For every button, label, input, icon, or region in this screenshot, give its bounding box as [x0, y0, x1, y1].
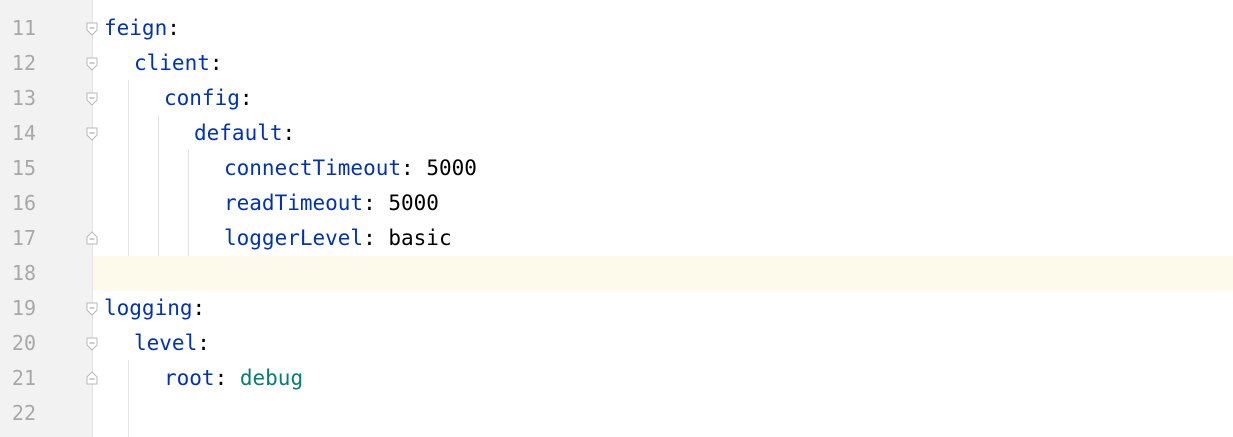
yaml-value: 5000: [426, 156, 477, 180]
code-line[interactable]: 12 client:: [0, 46, 1233, 81]
yaml-colon: :: [239, 86, 253, 110]
current-line-highlight: [93, 256, 1233, 291]
fold-open-icon[interactable]: [85, 127, 99, 141]
line-number: 14: [11, 121, 36, 145]
yaml-colon: :: [363, 191, 389, 215]
yaml-entry: readTimeout: 5000: [224, 186, 439, 221]
yaml-key: loggerLevel: [224, 226, 364, 250]
fold-end-icon[interactable]: [85, 371, 99, 385]
yaml-key: connectTimeout: [224, 156, 402, 180]
yaml-entry: connectTimeout: 5000: [224, 151, 477, 186]
code-line[interactable]: 15 connectTimeout: 5000: [0, 151, 1233, 186]
fold-open-icon[interactable]: [85, 302, 99, 316]
code-line[interactable]: 19 logging:: [0, 291, 1233, 326]
code-line[interactable]: 22: [0, 396, 1233, 431]
line-number: 19: [11, 296, 36, 320]
yaml-key: feign: [104, 16, 168, 40]
line-number: 17: [11, 226, 36, 250]
line-number-current: 18: [11, 261, 36, 285]
yaml-entry: loggerLevel: basic: [224, 221, 452, 256]
yaml-key: default: [194, 121, 283, 145]
yaml-key: readTimeout: [224, 191, 364, 215]
line-number: 13: [11, 86, 36, 110]
yaml-colon: :: [363, 226, 389, 250]
yaml-colon: :: [167, 16, 180, 40]
code-line[interactable]: 14 default:: [0, 116, 1233, 151]
yaml-entry: root: debug: [164, 361, 303, 396]
code-editor[interactable]: 11 feign: 12 client: 13 config: 14 defau…: [0, 0, 1233, 437]
yaml-value: 5000: [388, 191, 439, 215]
code-line[interactable]: 17 loggerLevel: basic: [0, 221, 1233, 256]
line-number: 15: [11, 156, 36, 180]
line-number: 12: [11, 51, 36, 75]
yaml-key: client: [134, 51, 210, 75]
yaml-value: debug: [239, 366, 304, 390]
yaml-colon: :: [209, 51, 223, 75]
yaml-entry: logging:: [104, 291, 205, 326]
yaml-key: level: [134, 331, 198, 355]
yaml-colon: :: [401, 156, 427, 180]
yaml-key: root: [164, 366, 215, 390]
yaml-colon: :: [214, 366, 240, 390]
line-number: 22: [11, 401, 36, 425]
yaml-entry: feign:: [104, 11, 180, 46]
line-number: 11: [11, 16, 36, 40]
line-number: 20: [11, 331, 36, 355]
yaml-colon: :: [192, 296, 206, 320]
yaml-entry: client:: [134, 46, 223, 81]
fold-end-icon[interactable]: [85, 231, 99, 245]
fold-open-icon[interactable]: [85, 22, 99, 36]
yaml-entry: default:: [194, 116, 295, 151]
code-line[interactable]: 16 readTimeout: 5000: [0, 186, 1233, 221]
yaml-key: config: [164, 86, 240, 110]
yaml-entry: config:: [164, 81, 253, 116]
line-number: 16: [11, 191, 36, 215]
code-line[interactable]: 20 level:: [0, 326, 1233, 361]
code-line[interactable]: 11 feign:: [0, 11, 1233, 46]
yaml-key: logging: [104, 296, 193, 320]
yaml-value: basic: [388, 226, 452, 250]
code-line[interactable]: 21 root: debug: [0, 361, 1233, 396]
yaml-colon: :: [282, 121, 296, 145]
line-number: 21: [11, 366, 36, 390]
yaml-colon: :: [197, 331, 210, 355]
gutter-current-cell: 18: [0, 256, 93, 291]
fold-open-icon[interactable]: [85, 57, 99, 71]
fold-open-icon[interactable]: [85, 337, 99, 351]
yaml-entry: level:: [134, 326, 210, 361]
fold-open-icon[interactable]: [85, 92, 99, 106]
code-line[interactable]: 13 config:: [0, 81, 1233, 116]
